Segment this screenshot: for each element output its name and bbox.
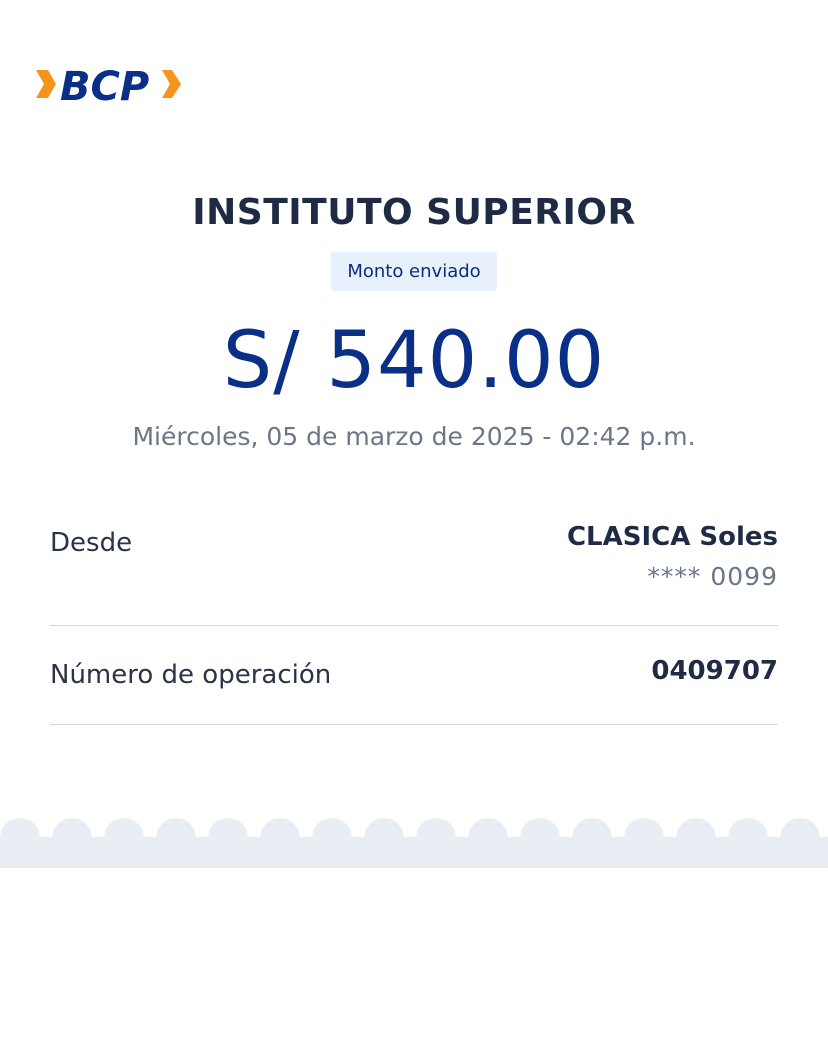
bcp-logo: BCP bbox=[30, 62, 190, 108]
divider bbox=[50, 724, 778, 725]
badge-container: Monto enviado bbox=[0, 252, 828, 291]
scallop-bump bbox=[572, 818, 612, 858]
receipt-scallop-edge bbox=[0, 818, 828, 868]
scallop-bump bbox=[312, 818, 352, 858]
scallop-bump bbox=[208, 818, 248, 858]
scallop-bump bbox=[0, 818, 40, 858]
scallop-bump bbox=[416, 818, 456, 858]
operation-row: Número de operación 0409707 bbox=[50, 656, 778, 706]
scallop-bump bbox=[104, 818, 144, 858]
amount-sent: S/ 540.00 bbox=[222, 316, 606, 406]
right-chevron-icon bbox=[162, 70, 181, 98]
scallop-bump bbox=[676, 818, 716, 858]
divider bbox=[50, 625, 778, 626]
account-number: **** 0099 bbox=[647, 562, 778, 591]
scallop-bump bbox=[156, 818, 196, 858]
transaction-datetime: Miércoles, 05 de marzo de 2025 - 02:42 p… bbox=[132, 422, 696, 451]
scallop-bump bbox=[780, 818, 820, 858]
operation-label: Número de operación bbox=[50, 660, 332, 690]
left-chevron-icon bbox=[36, 70, 56, 98]
account-name: CLASICA Soles bbox=[566, 522, 778, 552]
scallop-bump bbox=[364, 818, 404, 858]
operation-number: 0409707 bbox=[651, 656, 778, 686]
scallop-bump bbox=[260, 818, 300, 858]
recipient-name: INSTITUTO SUPERIOR bbox=[192, 192, 636, 233]
bcp-logo-mark: BCP bbox=[36, 64, 181, 108]
from-row: Desde CLASICA Soles **** 0099 bbox=[50, 520, 778, 600]
bcp-logo-lettering: BCP bbox=[60, 64, 149, 108]
scallop-bump bbox=[728, 818, 768, 858]
status-badge: Monto enviado bbox=[331, 252, 497, 291]
scallop-bump bbox=[624, 818, 664, 858]
scallop-bump bbox=[468, 818, 508, 858]
scallop-bump bbox=[52, 818, 92, 858]
from-label: Desde bbox=[50, 528, 133, 558]
scallop-bump bbox=[520, 818, 560, 858]
